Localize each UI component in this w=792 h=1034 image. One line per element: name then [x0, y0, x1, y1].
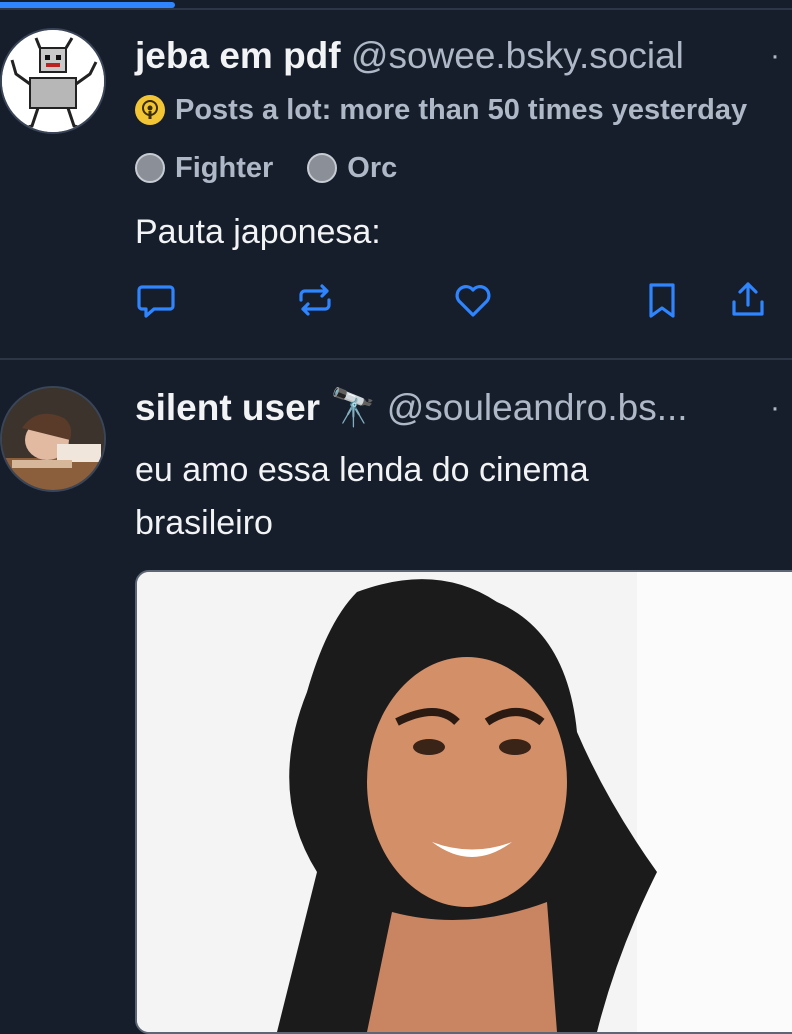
pixel-art-creature-avatar-icon — [2, 30, 104, 132]
badge-row: Fighter Orc — [135, 148, 397, 188]
post-actions — [0, 278, 792, 322]
post-text-line: brasileiro — [135, 504, 273, 542]
bookmark-button[interactable] — [640, 278, 684, 322]
podcast-badge-icon — [135, 95, 165, 125]
fighter-badge-icon — [135, 153, 165, 183]
top-progress-bar — [0, 0, 792, 10]
more-options[interactable]: · — [770, 34, 780, 78]
repost-icon — [299, 284, 331, 316]
orc-badge-label: Orc — [347, 151, 398, 184]
like-button[interactable] — [451, 278, 495, 322]
post[interactable]: silent user 🔭 @souleandro.bs... · eu amo… — [0, 360, 792, 1034]
image-thumbnail[interactable] — [135, 570, 792, 1034]
photo-avatar-icon — [2, 388, 104, 490]
avatar[interactable] — [0, 386, 106, 492]
post-text: Pauta japonesa: — [135, 213, 381, 251]
reply-button[interactable] — [134, 278, 178, 322]
author-name[interactable]: silent user — [135, 387, 320, 428]
orc-badge-icon — [307, 153, 338, 183]
telescope-emoji: 🔭 — [330, 387, 377, 428]
post-text-line: eu amo essa lenda do cinema — [135, 451, 589, 489]
fighter-badge-label: Fighter — [175, 151, 274, 184]
bookmark-icon — [649, 283, 675, 318]
author-handle[interactable]: @sowee.bsky.social — [351, 35, 684, 76]
more-options[interactable]: · — [770, 386, 780, 430]
author-handle[interactable]: @souleandro.bs... — [387, 387, 688, 428]
post-text: eu amo essa lenda do cinema brasileiro — [135, 444, 589, 550]
comment-icon — [137, 285, 175, 318]
activity-badge: Posts a lot: more than 50 times yesterda… — [135, 90, 747, 130]
post[interactable]: jeba em pdf @sowee.bsky.social · Posts a… — [0, 10, 792, 360]
repost-button[interactable] — [293, 278, 337, 322]
image-thumbnail-icon — [137, 572, 792, 1032]
post-header: jeba em pdf @sowee.bsky.social — [135, 34, 684, 78]
author-name[interactable]: jeba em pdf — [135, 35, 341, 76]
share-button[interactable] — [726, 278, 770, 322]
avatar[interactable] — [0, 28, 106, 134]
post-header: silent user 🔭 @souleandro.bs... — [135, 386, 688, 430]
share-icon — [732, 282, 764, 316]
activity-badge-label: Posts a lot: more than 50 times yesterda… — [175, 93, 748, 126]
heart-icon — [455, 285, 491, 317]
